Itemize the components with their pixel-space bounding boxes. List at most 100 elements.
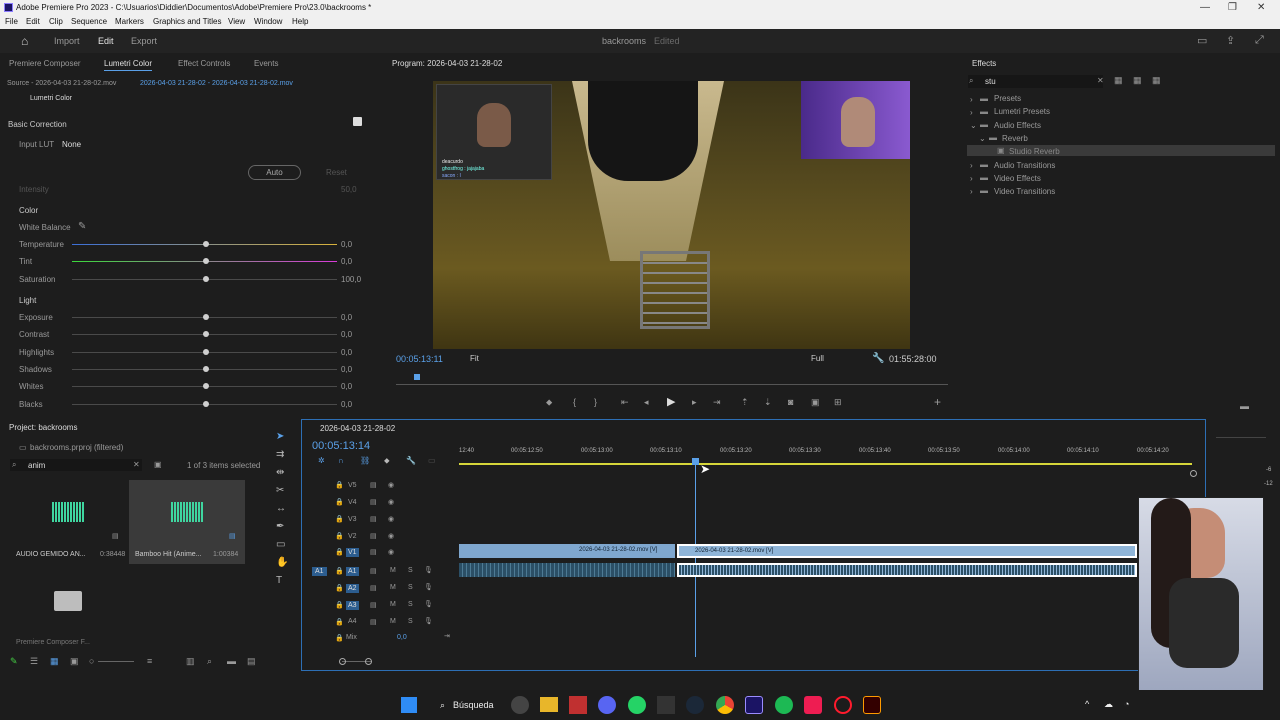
tree-arrow[interactable]: › bbox=[970, 174, 973, 183]
compare-icon[interactable]: ▣ bbox=[811, 397, 820, 408]
eye-icon[interactable]: ◉ bbox=[388, 548, 394, 556]
tree-arrow[interactable]: › bbox=[970, 108, 973, 117]
maximize-icon[interactable]: ❐ bbox=[1228, 2, 1237, 13]
close-icon[interactable]: ✕ bbox=[1257, 2, 1265, 13]
sync-icon[interactable]: ▤ bbox=[370, 548, 377, 556]
track-label-a3[interactable]: A3 bbox=[346, 601, 359, 610]
track-label-a4[interactable]: A4 bbox=[348, 618, 357, 625]
type-tool-icon[interactable]: T bbox=[276, 575, 282, 586]
share-icon[interactable]: ⇪ bbox=[1226, 34, 1235, 47]
audio-clip-2[interactable] bbox=[677, 563, 1137, 577]
multicam-icon[interactable]: ⊞ bbox=[834, 397, 842, 408]
write-icon[interactable]: ✎ bbox=[10, 656, 18, 667]
eye-icon[interactable]: ◉ bbox=[388, 532, 394, 540]
menu-file[interactable]: File bbox=[5, 17, 18, 26]
lock-icon[interactable]: 🔒 bbox=[335, 567, 344, 575]
new-folder-icon[interactable]: ▬ bbox=[1240, 401, 1249, 411]
project-title[interactable]: Project: backrooms bbox=[9, 423, 77, 432]
effects-item-audio-effects[interactable]: Audio Effects bbox=[994, 121, 1041, 130]
snap-icon[interactable]: ∩ bbox=[338, 456, 344, 465]
premiere-taskbar-icon[interactable] bbox=[745, 696, 763, 714]
contrast-knob[interactable] bbox=[203, 331, 209, 337]
lock-icon[interactable]: 🔒 bbox=[335, 634, 344, 642]
lift-icon[interactable]: ⇡ bbox=[741, 397, 749, 408]
track-label-v5[interactable]: V5 bbox=[348, 482, 357, 489]
opera-icon[interactable] bbox=[834, 696, 852, 714]
clear-search-icon[interactable]: ✕ bbox=[133, 460, 140, 469]
taskbar-search-icon[interactable]: ⌕ bbox=[440, 700, 445, 711]
new-bin-icon[interactable]: ▬ bbox=[227, 656, 236, 666]
yuv-icon[interactable]: ▦ bbox=[1152, 75, 1161, 86]
track-label-a1[interactable]: A1 bbox=[346, 567, 359, 576]
input-lut-select[interactable]: None bbox=[62, 140, 81, 149]
mute-button[interactable]: M bbox=[390, 618, 396, 625]
track-label-a2[interactable]: A2 bbox=[346, 584, 359, 593]
add-marker-icon[interactable]: ⬥ bbox=[384, 456, 390, 466]
menu-clip[interactable]: Clip bbox=[49, 17, 63, 26]
go-to-in-icon[interactable]: ⇤ bbox=[621, 397, 629, 408]
zoom-handle-left[interactable] bbox=[339, 658, 346, 665]
sync-icon[interactable]: ▤ bbox=[370, 567, 377, 575]
timeline-title[interactable]: 2026-04-03 21-28-02 bbox=[320, 424, 395, 433]
hand-icon[interactable]: ✋ bbox=[276, 557, 288, 568]
audio-clip-1[interactable] bbox=[459, 563, 675, 577]
temperature-value[interactable]: 0,0 bbox=[341, 240, 352, 249]
effects-item-video-transitions[interactable]: Video Transitions bbox=[994, 187, 1055, 196]
solo-button[interactable]: S bbox=[408, 584, 413, 591]
source-patch-a1[interactable]: A1 bbox=[312, 567, 327, 576]
project-item-audio-gemido[interactable]: ▤ AUDIO GEMIDO AN... 0:38448 bbox=[12, 480, 125, 558]
file-explorer-icon[interactable] bbox=[540, 697, 558, 712]
light-section-header[interactable]: Light bbox=[19, 296, 36, 305]
highlights-knob[interactable] bbox=[203, 349, 209, 355]
zoom-slider-icon[interactable]: ○ bbox=[89, 656, 94, 666]
lock-icon[interactable]: 🔒 bbox=[335, 584, 344, 592]
sync-icon[interactable]: ▤ bbox=[370, 601, 377, 609]
zoom-handle-right[interactable] bbox=[365, 658, 372, 665]
menu-edit[interactable]: Edit bbox=[26, 17, 40, 26]
pen-icon[interactable]: ✒ bbox=[276, 521, 284, 532]
lock-icon[interactable]: 🔒 bbox=[335, 481, 344, 489]
mic-icon[interactable]: 🎙 bbox=[424, 583, 433, 591]
menu-markers[interactable]: Markers bbox=[115, 17, 144, 26]
spotify-icon[interactable] bbox=[775, 696, 793, 714]
tab-lumetri-color[interactable]: Lumetri Color bbox=[104, 59, 152, 68]
lock-icon[interactable]: 🔒 bbox=[335, 548, 344, 556]
chrome-icon[interactable] bbox=[716, 696, 734, 714]
project-item-composer-folder[interactable]: Premiere Composer F... bbox=[12, 579, 124, 646]
menu-window[interactable]: Window bbox=[254, 17, 282, 26]
nest-icon[interactable]: ✲ bbox=[318, 456, 325, 465]
mute-button[interactable]: M bbox=[390, 601, 396, 608]
track-label-v2[interactable]: V2 bbox=[348, 533, 357, 540]
list-view-icon[interactable]: ☰ bbox=[30, 656, 38, 667]
sort-icon[interactable]: ≡ bbox=[147, 656, 152, 666]
effect-select[interactable]: Lumetri Color bbox=[30, 95, 72, 102]
wrench-icon[interactable]: 🔧 bbox=[406, 456, 416, 465]
eye-icon[interactable]: ◉ bbox=[388, 515, 394, 523]
reset-button[interactable]: Reset bbox=[326, 168, 347, 177]
playhead-handle[interactable] bbox=[692, 458, 699, 465]
lock-icon[interactable]: 🔒 bbox=[335, 498, 344, 506]
find-icon[interactable]: ⌕ bbox=[207, 656, 212, 667]
exposure-knob[interactable] bbox=[203, 314, 209, 320]
mic-icon[interactable]: 🎙 bbox=[424, 617, 433, 625]
step-back-icon[interactable]: ◂ bbox=[644, 397, 649, 408]
menu-help[interactable]: Help bbox=[292, 17, 308, 26]
menu-graphics[interactable]: Graphics and Titles bbox=[153, 17, 221, 26]
fullscreen-icon[interactable]: ⤢ bbox=[1255, 34, 1264, 47]
tab-effect-controls[interactable]: Effect Controls bbox=[178, 59, 230, 68]
effects-item-reverb[interactable]: Reverb bbox=[1002, 134, 1028, 143]
icon-view-icon[interactable]: ▦ bbox=[50, 656, 59, 667]
solo-button[interactable]: S bbox=[408, 618, 413, 625]
effects-item-audio-transitions[interactable]: Audio Transitions bbox=[994, 161, 1055, 170]
sync-icon[interactable]: ▤ bbox=[370, 532, 377, 540]
shadows-value[interactable]: 0,0 bbox=[341, 365, 352, 374]
program-timecode[interactable]: 00:05:13:11 bbox=[396, 354, 443, 364]
tab-events[interactable]: Events bbox=[254, 59, 278, 68]
workspace-icon[interactable]: ▭ bbox=[1197, 34, 1207, 47]
blacks-value[interactable]: 0,0 bbox=[341, 400, 352, 409]
lock-icon[interactable]: 🔒 bbox=[335, 515, 344, 523]
add-button-icon[interactable]: + bbox=[934, 395, 941, 409]
auto-button[interactable]: Auto bbox=[248, 165, 301, 180]
eye-icon[interactable]: ◉ bbox=[388, 498, 394, 506]
project-item-bamboo-hit[interactable]: ▤ Bamboo Hit (Anime... 1:00384 bbox=[129, 480, 245, 564]
